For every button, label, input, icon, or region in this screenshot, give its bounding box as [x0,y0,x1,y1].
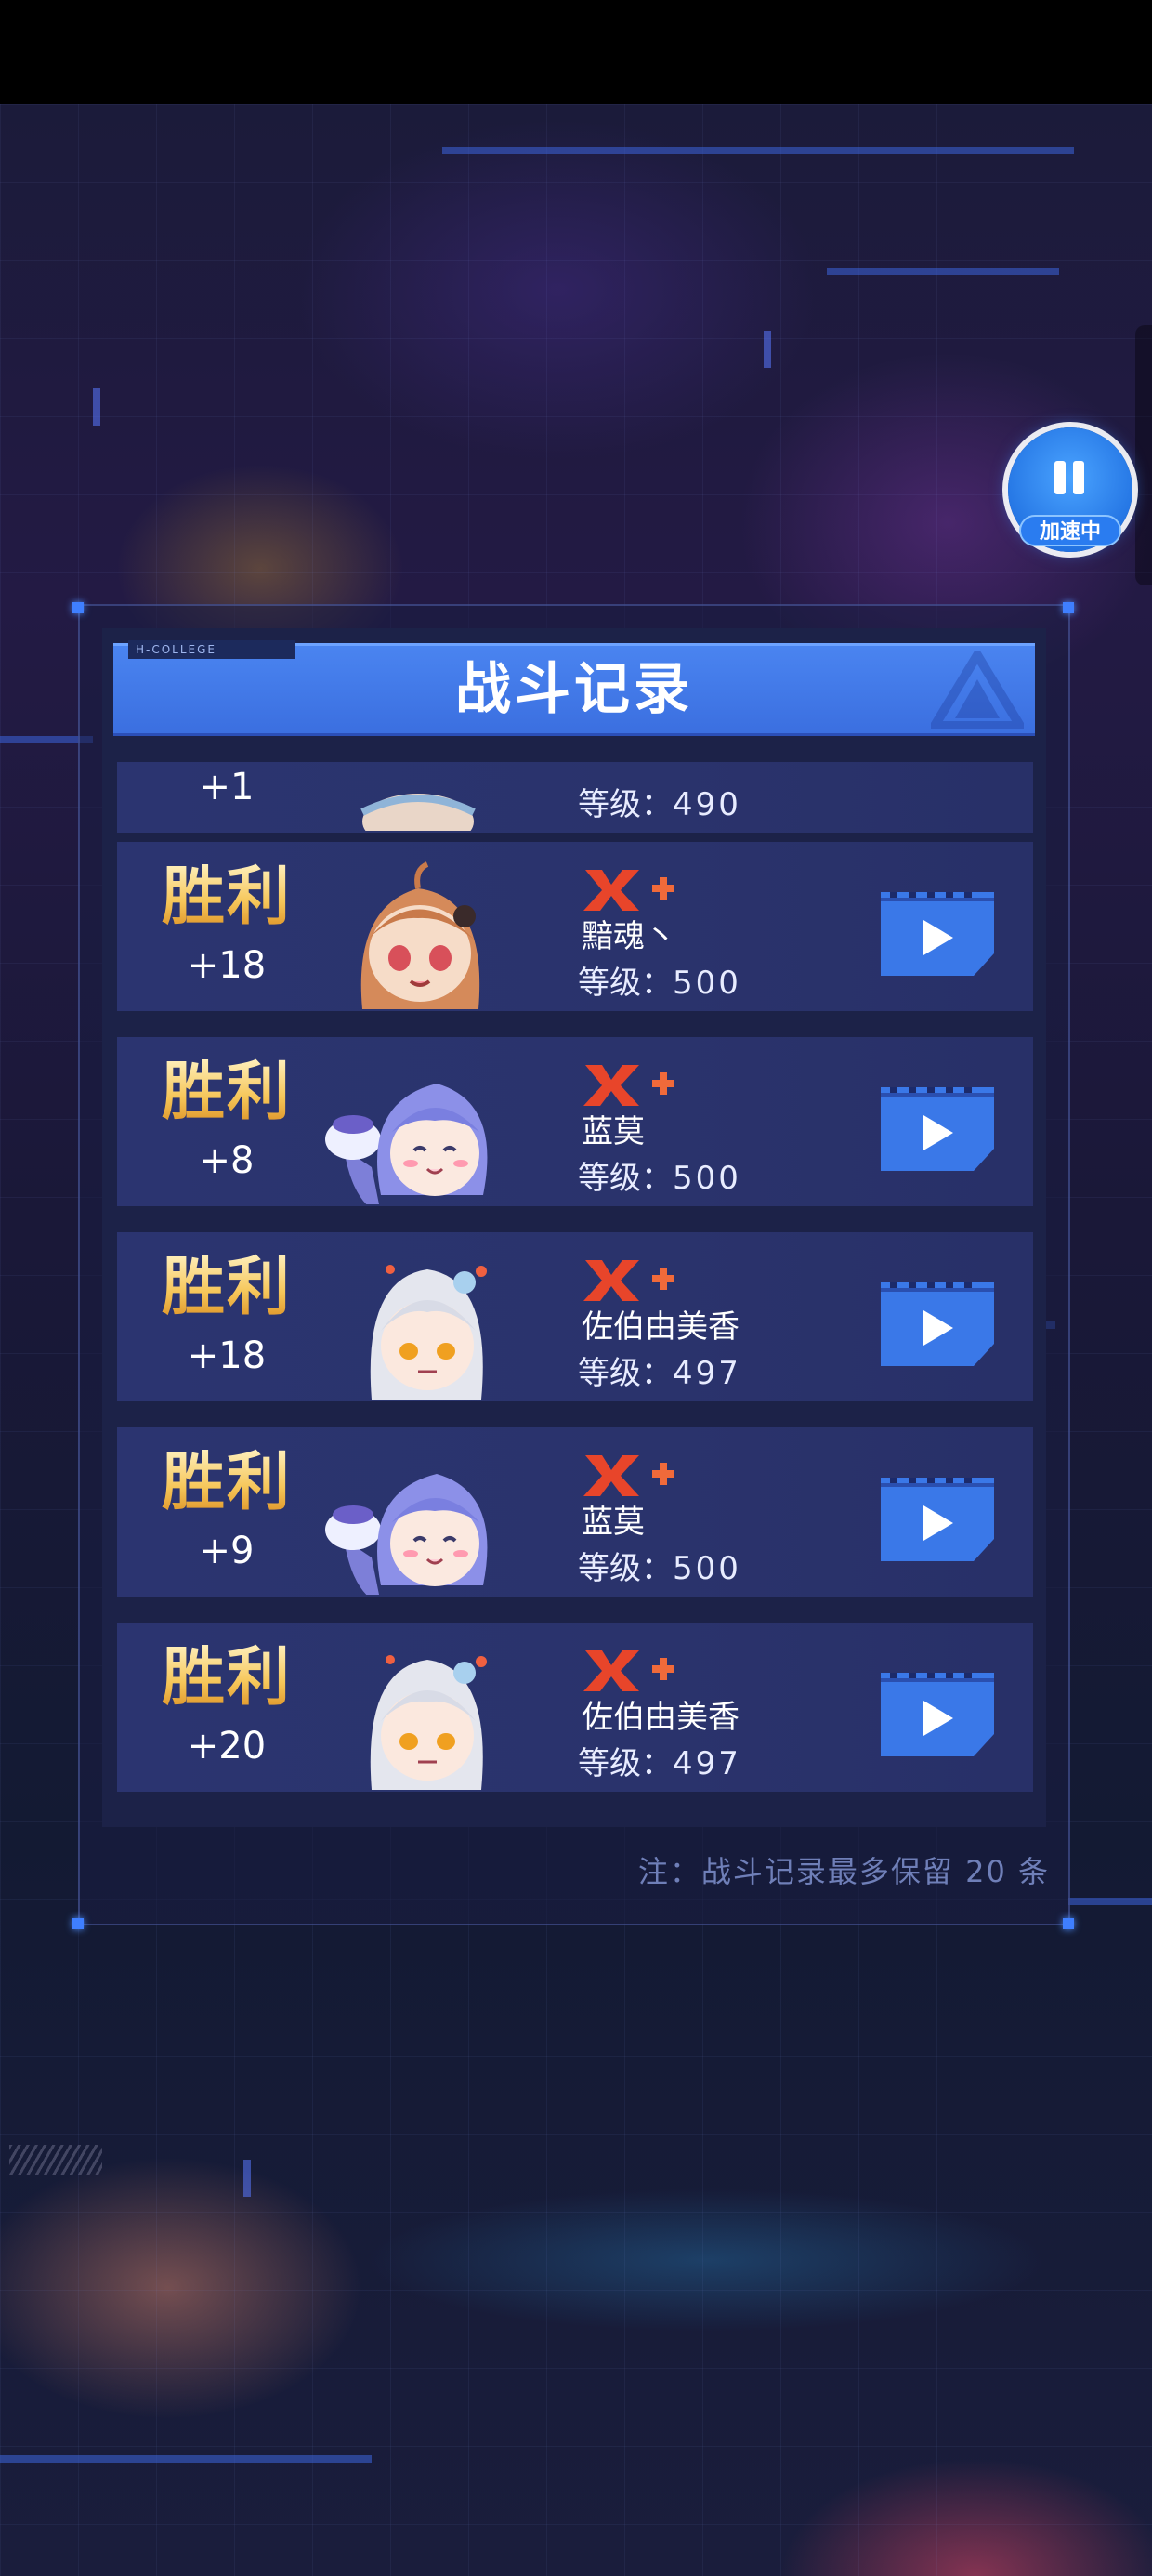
glitch-streak [93,388,100,426]
side-drawer-handle[interactable] [1135,325,1152,585]
record-row[interactable]: 胜利 +18 黯魂丶 等级：500 [117,842,1033,1011]
score-delta: +9 [199,1530,255,1572]
replay-button[interactable] [881,1087,994,1171]
white-hair-girl-avatar [370,1655,487,1790]
corner-decoration [1063,1918,1074,1929]
brown-hair-girl-avatar [360,861,480,1009]
blue-hair-girl-cake-avatar [325,1474,488,1595]
score-delta: +18 [187,1334,267,1377]
record-row[interactable]: 胜利 +8 蓝莫 等级：500 [117,1037,1033,1206]
replay-button[interactable] [881,1478,994,1561]
corner-decoration [1063,602,1074,613]
status-bar [0,0,1152,104]
player-name: 蓝莫 [582,1504,645,1541]
victory-label: 胜利 [143,1641,310,1715]
player-name: 蓝莫 [582,1113,645,1150]
rank-x-plus-icon [583,870,674,911]
score-delta: +1 [199,766,255,808]
rank-x-plus-icon [583,1650,674,1691]
score-delta: +8 [199,1139,255,1182]
glitch-streak [243,2160,251,2197]
partial-avatar [360,794,476,831]
player-name: 佐伯由美香 [582,1308,740,1346]
speed-up-label: 加速中 [1019,515,1121,546]
glitch-streak [0,2455,372,2463]
rank-x-plus-icon [583,1065,674,1106]
replay-button[interactable] [881,892,994,976]
triangle-logo-icon [931,651,1024,729]
speed-up-button[interactable]: 加速中 [1008,427,1132,552]
rank-x-plus-icon [583,1260,674,1301]
pause-icon [1051,461,1088,498]
corner-decoration [72,602,84,613]
hatch-decoration [9,2145,102,2175]
victory-label: 胜利 [143,1251,310,1325]
rank-x-plus-icon [583,1455,674,1496]
victory-label: 胜利 [143,861,310,935]
level-text: 等级：497 [578,1355,741,1392]
blue-hair-girl-cake-avatar [325,1084,488,1204]
score-delta: +20 [187,1725,267,1768]
record-limit-note: 注：战斗记录最多保留 20 条 [637,1854,1050,1889]
record-list[interactable]: +1 等级：490 胜利 +18 黯魂丶 等级：500 胜利 +8 蓝莫 等级：… [117,762,1033,1792]
replay-button[interactable] [881,1282,994,1366]
replay-button[interactable] [881,1673,994,1756]
player-name: 佐伯由美香 [582,1699,740,1736]
record-row[interactable]: +1 等级：490 [117,762,1033,833]
glitch-streak [827,268,1059,275]
glitch-streak [442,147,1074,154]
record-row[interactable]: 胜利 +18 佐伯由美香 等级：497 [117,1232,1033,1401]
level-text: 等级：497 [578,1745,741,1782]
victory-label: 胜利 [143,1056,310,1130]
page-title: 战斗记录 [455,657,693,722]
glitch-streak [1068,1898,1152,1905]
record-row[interactable]: 胜利 +20 佐伯由美香 等级：497 [117,1623,1033,1792]
corner-decoration [72,1918,84,1929]
white-hair-girl-avatar [370,1265,487,1400]
level-text: 等级：500 [578,965,741,1002]
record-row[interactable]: 胜利 +9 蓝莫 等级：500 [117,1427,1033,1597]
level-text: 等级：490 [578,786,741,823]
score-delta: +18 [187,944,267,987]
glitch-streak [764,331,771,368]
level-text: 等级：500 [578,1550,741,1587]
player-name: 黯魂丶 [582,918,676,955]
level-text: 等级：500 [578,1160,741,1197]
victory-label: 胜利 [143,1446,310,1520]
panel-title-bar: H-COLLEGE 战斗记录 [113,640,1035,736]
